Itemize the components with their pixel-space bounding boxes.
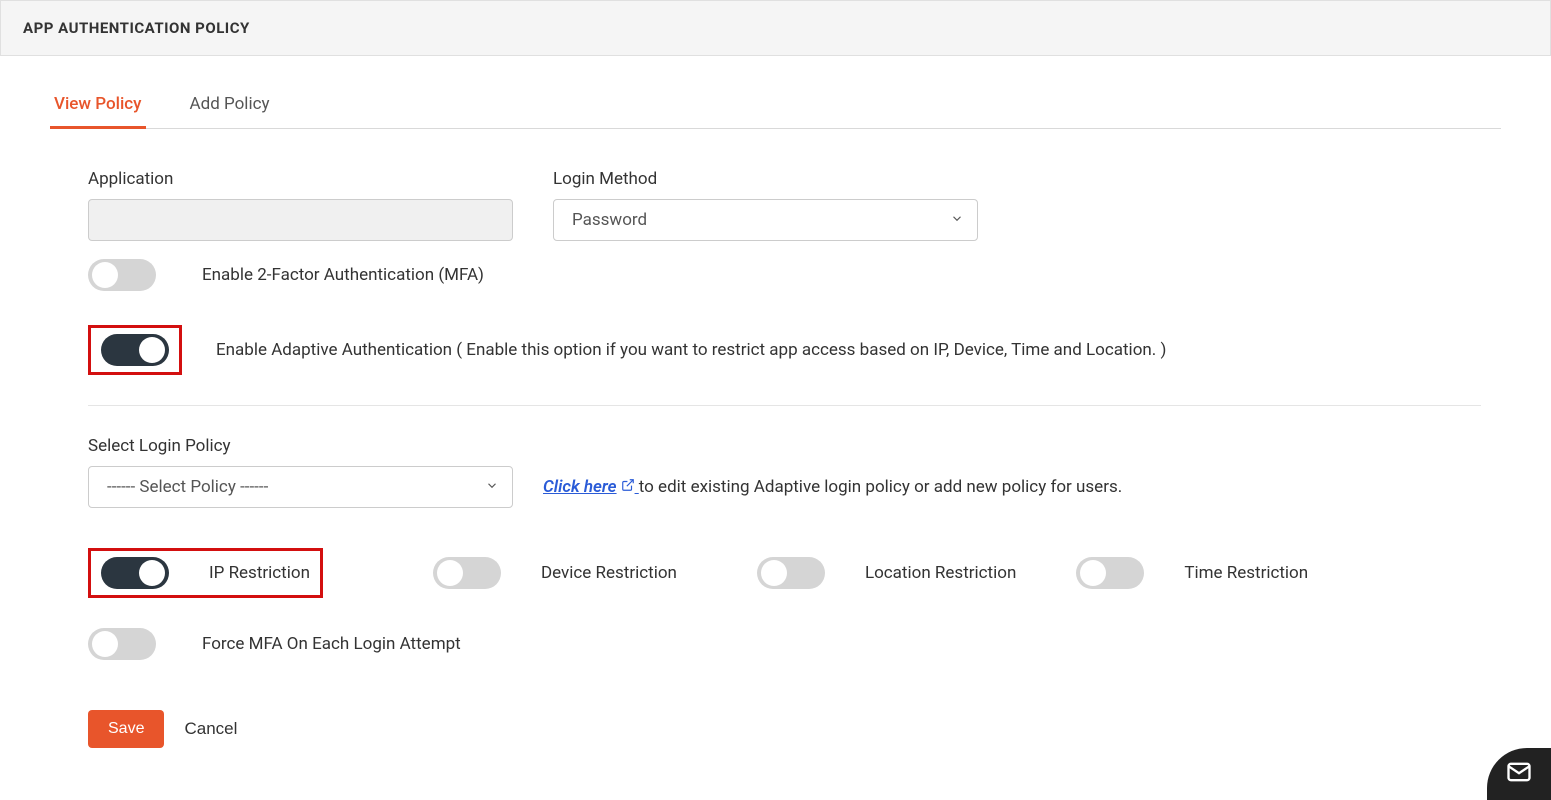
mfa-toggle[interactable]	[88, 259, 156, 291]
time-restriction-label: Time Restriction	[1184, 563, 1308, 583]
save-button[interactable]: Save	[88, 710, 164, 748]
device-restriction-toggle[interactable]	[433, 557, 501, 589]
adaptive-auth-toggle[interactable]	[101, 334, 169, 366]
tab-view-policy[interactable]: View Policy	[50, 86, 146, 129]
adaptive-toggle-highlight	[88, 325, 182, 375]
application-input[interactable]	[88, 199, 513, 241]
ip-restriction-highlight: IP Restriction	[88, 548, 323, 598]
force-mfa-toggle[interactable]	[88, 628, 156, 660]
location-restriction-label: Location Restriction	[865, 563, 1016, 583]
application-label: Application	[88, 169, 513, 189]
divider	[88, 405, 1481, 406]
adaptive-auth-label: Enable Adaptive Authentication ( Enable …	[216, 340, 1166, 360]
page-header: APP AUTHENTICATION POLICY	[0, 0, 1551, 56]
mail-icon	[1505, 758, 1533, 790]
select-login-policy-label: Select Login Policy	[88, 436, 1481, 456]
click-here-text: Click here	[543, 477, 617, 497]
time-restriction-toggle[interactable]	[1076, 557, 1144, 589]
click-here-link[interactable]: Click here	[543, 477, 639, 497]
login-method-field-group: Login Method Password	[553, 169, 978, 241]
tab-bar: View Policy Add Policy	[50, 86, 1501, 129]
content: View Policy Add Policy Application Login…	[0, 86, 1551, 788]
tab-add-policy[interactable]: Add Policy	[186, 86, 274, 129]
force-mfa-label: Force MFA On Each Login Attempt	[202, 634, 461, 654]
edit-policy-help: Click here to edit existing Adaptive log…	[543, 477, 1122, 497]
application-field-group: Application	[88, 169, 513, 241]
location-restriction-toggle[interactable]	[757, 557, 825, 589]
select-login-policy-value: ------ Select Policy ------	[107, 477, 268, 497]
device-restriction-label: Device Restriction	[541, 563, 677, 583]
ip-restriction-toggle[interactable]	[101, 557, 169, 589]
cancel-button[interactable]: Cancel	[184, 719, 237, 739]
external-link-icon	[621, 477, 635, 497]
select-login-policy-select[interactable]: ------ Select Policy ------	[88, 466, 513, 508]
login-method-label: Login Method	[553, 169, 978, 189]
page-title: APP AUTHENTICATION POLICY	[23, 19, 1528, 37]
edit-policy-suffix: to edit existing Adaptive login policy o…	[639, 477, 1122, 497]
ip-restriction-label: IP Restriction	[209, 563, 310, 583]
mfa-toggle-label: Enable 2-Factor Authentication (MFA)	[202, 265, 484, 285]
form-area: Application Login Method Password Enable…	[50, 129, 1501, 748]
login-method-value: Password	[572, 210, 647, 230]
login-method-select[interactable]: Password	[553, 199, 978, 241]
